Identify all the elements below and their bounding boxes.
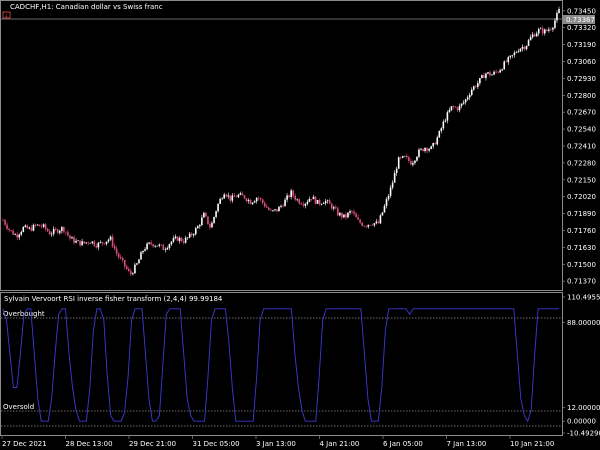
indicator-tick: -10.49290 [567,430,600,438]
candle [22,226,25,233]
candle [156,245,159,247]
current-price: 0.73367 [566,16,595,24]
current-price-tag: 0.73367 [563,15,595,24]
price-tick: 0.72670 [567,109,596,117]
price-tick: 0.71500 [567,261,596,269]
candle [481,74,483,79]
indicator-tick: 0.00000 [567,418,596,426]
candle [207,216,209,226]
candle [379,213,382,224]
price-tick: 0.71760 [567,227,596,235]
price-tick: 0.73320 [567,24,596,32]
price-tick: 0.72020 [567,193,596,201]
price-axis: 0.73450 0.73320 0.73190 0.73060 0.72930 0.728… [562,7,596,286]
indicator-tick: 88.00000 [567,319,600,327]
time-label: 4 Jan 21:00 [320,440,360,448]
candle [503,60,506,70]
time-label: 31 Dec 05:00 [193,440,240,448]
price-tick: 0.72930 [567,75,596,83]
price-tick: 0.73060 [567,58,596,66]
price-tick: 0.71890 [567,210,596,218]
svg-text:↓: ↓ [4,14,8,20]
candle [314,196,317,205]
price-tick: 0.72540 [567,126,596,134]
price-tick: 0.71370 [567,278,596,286]
time-label: 3 Jan 13:00 [256,440,296,448]
time-label: 6 Jan 05:00 [383,440,423,448]
symbol-title: CADCHF,H1: Canadian dollar vs Swiss fran… [10,3,163,11]
indicator-tick: 110.49550 [567,294,600,302]
price-tick: 0.72410 [567,143,596,151]
candle [176,236,179,242]
candle [438,130,441,138]
price-tick: 0.72800 [567,92,596,100]
time-label: 29 Dec 21:00 [129,440,176,448]
price-tick: 0.73190 [567,41,596,49]
candle [397,156,400,169]
time-label: 27 Dec 2021 [2,440,47,448]
candle [38,224,41,227]
price-tick: 0.72150 [567,176,596,184]
oversold-label: Oversold [3,403,34,411]
chart-window[interactable]: CADCHF,H1: Canadian dollar vs Swiss fran… [0,0,600,450]
candle [316,199,319,204]
price-tick: 0.72280 [567,159,596,167]
indicator-title: Sylvain Vervoort RSI inverse fisher tran… [4,295,223,303]
candle [381,212,384,216]
time-label: 7 Jan 13:00 [447,440,487,448]
price-tick: 0.71630 [567,244,596,252]
time-label: 10 Jan 21:00 [510,440,554,448]
time-label: 28 Dec 13:00 [66,440,113,448]
indicator-tick: 12.00000 [567,404,600,412]
price-tick: 0.73450 [567,7,596,15]
